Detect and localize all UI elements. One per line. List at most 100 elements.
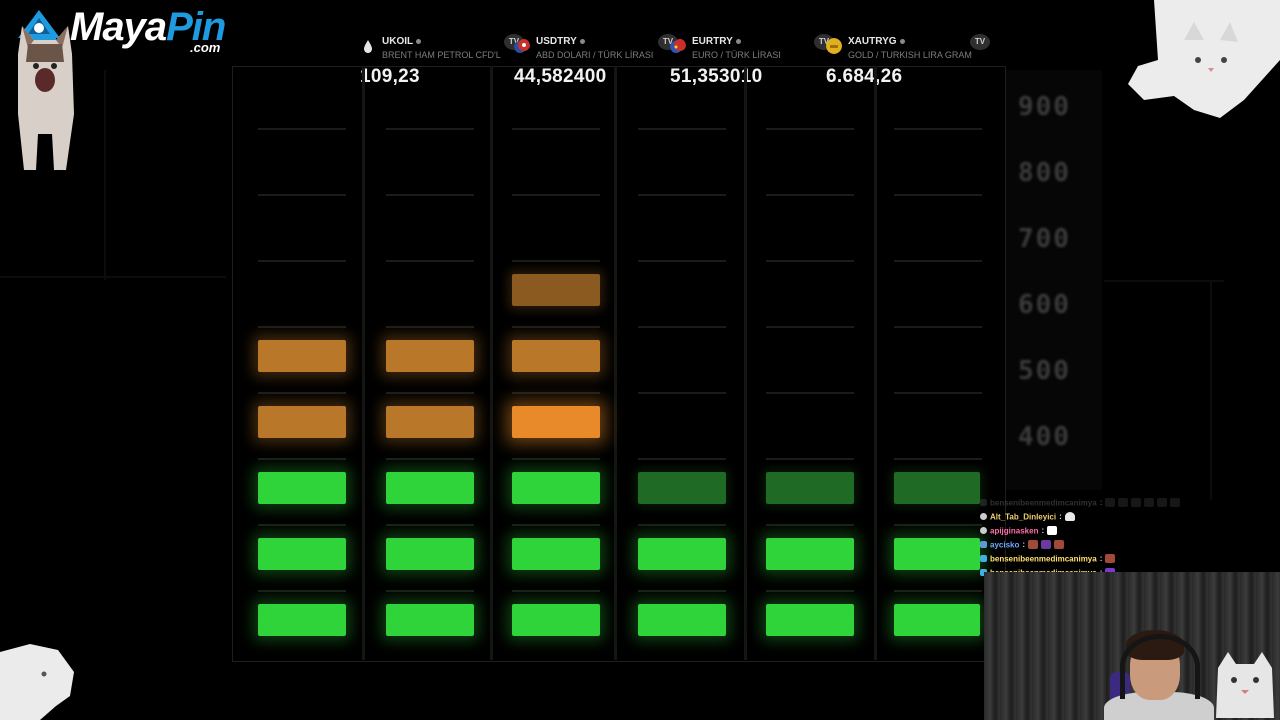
tradingview-icon[interactable]: TV	[970, 34, 990, 50]
cat-sticker-icon	[0, 644, 74, 720]
row-slot-line	[386, 458, 474, 460]
chat-colon: :	[1059, 512, 1062, 522]
status-dot-icon	[579, 38, 585, 44]
ticker-symbol: UKOIL	[382, 36, 422, 47]
level-meter-frame	[232, 66, 1006, 662]
status-dot-icon	[735, 38, 741, 44]
meter-cell-green	[386, 472, 474, 504]
emote-icon	[1105, 498, 1116, 508]
emote-icon	[1131, 498, 1142, 508]
scale-label: 700	[1018, 224, 1071, 254]
meter-cell-orange	[386, 406, 474, 438]
scale-label: 500	[1018, 356, 1071, 386]
meter-cell-green	[638, 604, 726, 636]
row-slot-line	[766, 326, 854, 328]
meter-cell-green	[258, 538, 346, 570]
row-slot-line	[512, 326, 600, 328]
cat-sticker-icon	[1216, 652, 1274, 718]
row-slot-line	[894, 458, 982, 460]
row-slot-line	[512, 392, 600, 394]
row-slot-line	[512, 194, 600, 196]
emote-icon	[1041, 540, 1052, 550]
status-dot-icon	[899, 38, 905, 44]
row-slot-line	[894, 392, 982, 394]
meter-cell-orange	[258, 340, 346, 372]
row-slot-line	[894, 260, 982, 262]
cat-sticker-icon	[1128, 0, 1280, 118]
chat-message: bensenibeenmedimcanimya:	[980, 498, 1183, 512]
ticker-name: GOLD / TURKISH LIRA GRAM	[848, 50, 972, 60]
chat-colon: :	[1099, 554, 1103, 564]
row-slot-line	[638, 260, 726, 262]
row-slot-line	[386, 326, 474, 328]
column-divider	[744, 66, 747, 660]
row-slot-line	[258, 458, 346, 460]
row-slot-line	[766, 524, 854, 526]
meter-cell-green	[258, 604, 346, 636]
row-slot-line	[386, 524, 474, 526]
row-slot-line	[638, 458, 726, 460]
row-slot-line	[512, 458, 600, 460]
chat-message: Alt_Tab_Dinleyici:	[980, 512, 1078, 526]
emote-icon	[1105, 554, 1116, 564]
meter-cell-orange	[512, 406, 600, 438]
logo-word-1: Maya	[70, 5, 167, 49]
row-slot-line	[766, 128, 854, 130]
column-divider	[362, 66, 365, 660]
row-slot-line	[894, 590, 982, 592]
chat-username[interactable]: Alt_Tab_Dinleyici	[990, 512, 1056, 521]
row-slot-line	[894, 194, 982, 196]
chat-badge-icon	[980, 527, 987, 535]
row-slot-line	[894, 524, 982, 526]
row-slot-line	[386, 260, 474, 262]
meter-cell-green	[258, 472, 346, 504]
scale-label: 600	[1018, 290, 1071, 320]
row-slot-line	[638, 194, 726, 196]
chat-username[interactable]: bensenibeenmedimcanimya	[990, 498, 1097, 507]
meter-cell-green	[766, 472, 854, 504]
emote-icon	[1064, 512, 1075, 522]
scale-label: 400	[1018, 422, 1071, 452]
gold-coin-icon	[826, 38, 842, 54]
row-slot-line	[638, 392, 726, 394]
row-slot-line	[766, 392, 854, 394]
chat-username[interactable]: aycisko	[990, 540, 1019, 549]
row-slot-line	[386, 128, 474, 130]
row-slot-line	[386, 590, 474, 592]
emote-icon	[1144, 498, 1155, 508]
cat-sticker-icon	[18, 26, 74, 170]
emote-icon	[1054, 540, 1065, 550]
chat-username[interactable]: apijginasken	[990, 526, 1038, 535]
chat-colon: :	[1022, 540, 1026, 550]
row-slot-line	[258, 194, 346, 196]
meter-cell-green	[386, 604, 474, 636]
row-slot-line	[512, 590, 600, 592]
meter-cell-orange	[512, 274, 600, 306]
chat-badge-icon	[980, 555, 987, 563]
grid-line	[1210, 280, 1212, 500]
row-slot-line	[512, 260, 600, 262]
row-slot-line	[638, 590, 726, 592]
meter-cell-orange	[386, 340, 474, 372]
emote-icon	[1157, 498, 1168, 508]
ticker-name: BRENT HAM PETROL CFD'L	[382, 50, 501, 60]
meter-cell-orange	[512, 340, 600, 372]
chat-badge-icon	[980, 541, 987, 549]
emote-icon	[1170, 498, 1181, 508]
chat-username[interactable]: bensenibeenmedimcanimya	[990, 554, 1097, 563]
meter-cell-green	[638, 538, 726, 570]
row-slot-line	[638, 128, 726, 130]
column-divider	[490, 66, 493, 660]
row-slot-line	[258, 260, 346, 262]
row-slot-line	[894, 128, 982, 130]
scale-label: 900	[1018, 92, 1071, 122]
oil-drop-icon	[364, 40, 372, 53]
ticker-symbol-text: UKOIL	[382, 36, 414, 47]
row-slot-line	[386, 194, 474, 196]
row-slot-line	[258, 326, 346, 328]
meter-cell-green	[766, 538, 854, 570]
status-dot-icon	[416, 38, 422, 44]
row-slot-line	[258, 524, 346, 526]
meter-cell-green	[386, 538, 474, 570]
ticker-symbol: USDTRY	[536, 36, 585, 47]
